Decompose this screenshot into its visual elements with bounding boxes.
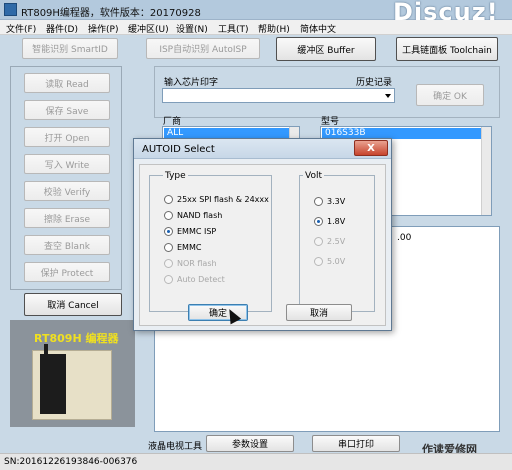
radio-label: EMMC ISP	[177, 226, 217, 236]
dialog-body: Type 25xx SPI flash & 24xxx NAND flash E…	[139, 164, 386, 326]
title-bar: RT809H编程器，软件版本：20170928 Discuz!	[0, 0, 512, 26]
params-button[interactable]: 参数设置	[206, 435, 294, 452]
protect-button[interactable]: 保护 Protect	[24, 262, 110, 282]
dialog-title: AUTOID Select	[142, 144, 215, 155]
radio-label: NAND flash	[177, 210, 223, 220]
radio-dot-icon[interactable]	[164, 194, 173, 204]
radio-type-nor[interactable]: NOR flash	[164, 257, 217, 269]
status-bar: SN:20161226193846-006376	[0, 453, 512, 470]
radio-type-emmc[interactable]: EMMC	[164, 241, 201, 253]
radio-dot-icon[interactable]	[164, 226, 173, 236]
radio-dot-icon[interactable]	[164, 274, 173, 284]
menu-help[interactable]: 帮助(H)	[258, 22, 290, 35]
radio-type-auto[interactable]: Auto Detect	[164, 273, 225, 285]
radio-label: 25xx SPI flash & 24xxx	[177, 194, 269, 204]
verify-button[interactable]: 校验 Verify	[24, 181, 110, 201]
log-text: .00	[397, 233, 412, 243]
smart-id-button[interactable]: 智能识别 SmartID	[22, 38, 118, 59]
buffer-button[interactable]: 缓冲区 Buffer	[276, 37, 376, 61]
volt-group-label: Volt	[303, 171, 324, 181]
radio-volt-1v8[interactable]: 1.8V	[314, 215, 345, 227]
radio-dot-icon[interactable]	[314, 216, 323, 226]
programmer-image: RT809H 编程器	[10, 320, 135, 427]
save-button[interactable]: 保存 Save	[24, 100, 110, 120]
radio-dot-icon[interactable]	[164, 242, 173, 252]
toolchain-button[interactable]: 工具链面板 Toolchain	[396, 37, 498, 61]
radio-type-emmc-isp[interactable]: EMMC ISP	[164, 225, 216, 237]
menu-operate[interactable]: 操作(P)	[88, 22, 118, 35]
chevron-down-icon[interactable]	[385, 94, 391, 98]
radio-volt-2v5[interactable]: 2.5V	[314, 235, 345, 247]
dialog-cancel-button[interactable]: 取消	[286, 304, 352, 321]
radio-label: 1.8V	[327, 216, 346, 226]
radio-label: 5.0V	[327, 256, 346, 266]
menu-file[interactable]: 文件(F)	[6, 22, 36, 35]
radio-type-nand[interactable]: NAND flash	[164, 209, 222, 221]
app-icon	[4, 3, 17, 16]
menu-buffer[interactable]: 缓冲区(U)	[128, 22, 169, 35]
history-label: 历史记录	[356, 78, 393, 88]
menu-device[interactable]: 器件(D)	[46, 22, 78, 35]
erase-button[interactable]: 擦除 Erase	[24, 208, 110, 228]
serial-print-button[interactable]: 串口打印	[312, 435, 400, 452]
radio-label: EMMC	[177, 242, 202, 252]
auto-isp-button[interactable]: ISP自动识别 AutoISP	[146, 38, 260, 59]
radio-volt-3v3[interactable]: 3.3V	[314, 195, 345, 207]
window-title: RT809H编程器，软件版本：20170928	[21, 8, 201, 19]
radio-volt-5v[interactable]: 5.0V	[314, 255, 345, 267]
radio-dot-icon[interactable]	[314, 256, 323, 266]
blank-check-button[interactable]: 查空 Blank	[24, 235, 110, 255]
radio-label: 2.5V	[327, 236, 346, 246]
chip-marking-input[interactable]	[162, 88, 395, 103]
radio-label: NOR flash	[177, 258, 217, 268]
serial-number: SN:20161226193846-006376	[4, 457, 138, 467]
menu-settings[interactable]: 设置(N)	[176, 22, 208, 35]
type-group-label: Type	[163, 171, 188, 181]
radio-dot-icon[interactable]	[164, 210, 173, 220]
zif-socket	[40, 354, 66, 414]
autoid-dialog: AUTOID Select X Type 25xx SPI flash & 24…	[133, 138, 392, 331]
radio-dot-icon[interactable]	[164, 258, 173, 268]
radio-label: 3.3V	[327, 196, 346, 206]
chip-input-label: 输入芯片印字	[164, 78, 219, 88]
cancel-button[interactable]: 取消 Cancel	[24, 293, 122, 316]
menu-tools[interactable]: 工具(T)	[218, 22, 249, 35]
radio-dot-icon[interactable]	[314, 236, 323, 246]
menu-language[interactable]: 简体中文	[300, 22, 336, 35]
socket-lever	[44, 344, 48, 358]
lcd-tool-label: 液晶电视工具	[148, 442, 203, 452]
radio-dot-icon[interactable]	[314, 196, 323, 206]
radio-label: Auto Detect	[177, 274, 225, 284]
dialog-title-bar: AUTOID Select	[134, 139, 391, 159]
open-button[interactable]: 打开 Open	[24, 127, 110, 147]
write-button[interactable]: 写入 Write	[24, 154, 110, 174]
read-button[interactable]: 读取 Read	[24, 73, 110, 93]
close-button[interactable]: X	[354, 140, 388, 156]
confirm-ok-button[interactable]: 确定 OK	[416, 84, 484, 106]
radio-type-spi[interactable]: 25xx SPI flash & 24xxx	[164, 193, 269, 205]
menu-bar: 文件(F) 器件(D) 操作(P) 缓冲区(U) 设置(N) 工具(T) 帮助(…	[0, 20, 512, 35]
model-scrollbar[interactable]	[481, 127, 491, 215]
